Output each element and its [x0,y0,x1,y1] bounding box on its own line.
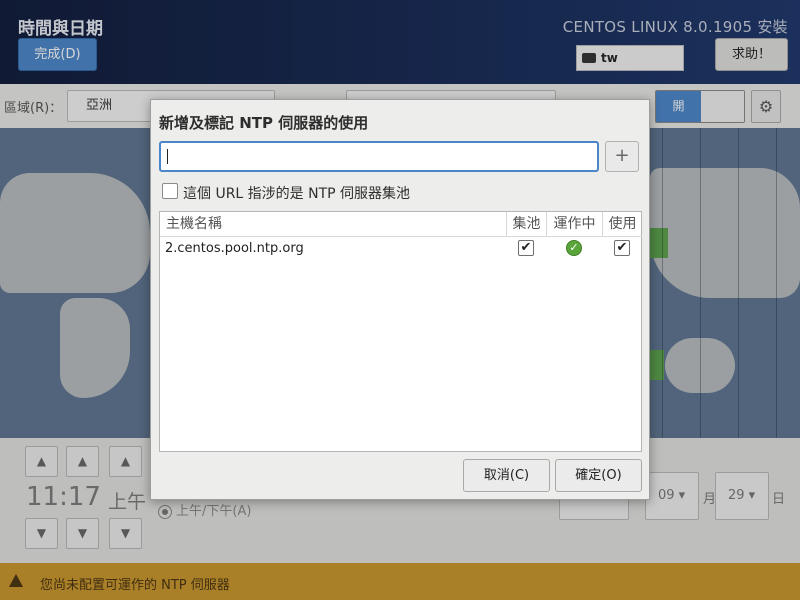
ntp-server-table: 主機名稱 集池 運作中 使用 2.centos.pool.ntp.org ✔ ✓… [159,211,642,452]
pool-check-cell[interactable]: ✔ [518,240,534,256]
checkmark-icon: ✔ [520,240,532,255]
ok-button[interactable]: 確定(O) [555,459,642,492]
ntp-server-input[interactable] [159,141,599,172]
use-check-cell[interactable]: ✔ [614,240,630,256]
text-caret [167,149,168,164]
working-ok-icon: ✓ [566,240,582,256]
column-header-pool[interactable]: 集池 [506,212,546,237]
column-header-use[interactable]: 使用 [602,212,642,237]
column-header-host[interactable]: 主機名稱 [160,212,506,237]
server-hostname[interactable]: 2.centos.pool.ntp.org [165,241,304,256]
checkmark-icon: ✔ [616,240,628,255]
add-server-button[interactable]: + [605,141,639,172]
ntp-server-dialog: 新增及標記 NTP 伺服器的使用 + 這個 URL 指涉的是 NTP 伺服器集池… [150,99,650,500]
pool-checkbox[interactable] [162,183,178,199]
column-header-working[interactable]: 運作中 [546,212,602,237]
pool-checkbox-label[interactable]: 這個 URL 指涉的是 NTP 伺服器集池 [183,183,410,203]
cancel-button[interactable]: 取消(C) [463,459,550,492]
dialog-title: 新增及標記 NTP 伺服器的使用 [159,114,369,132]
